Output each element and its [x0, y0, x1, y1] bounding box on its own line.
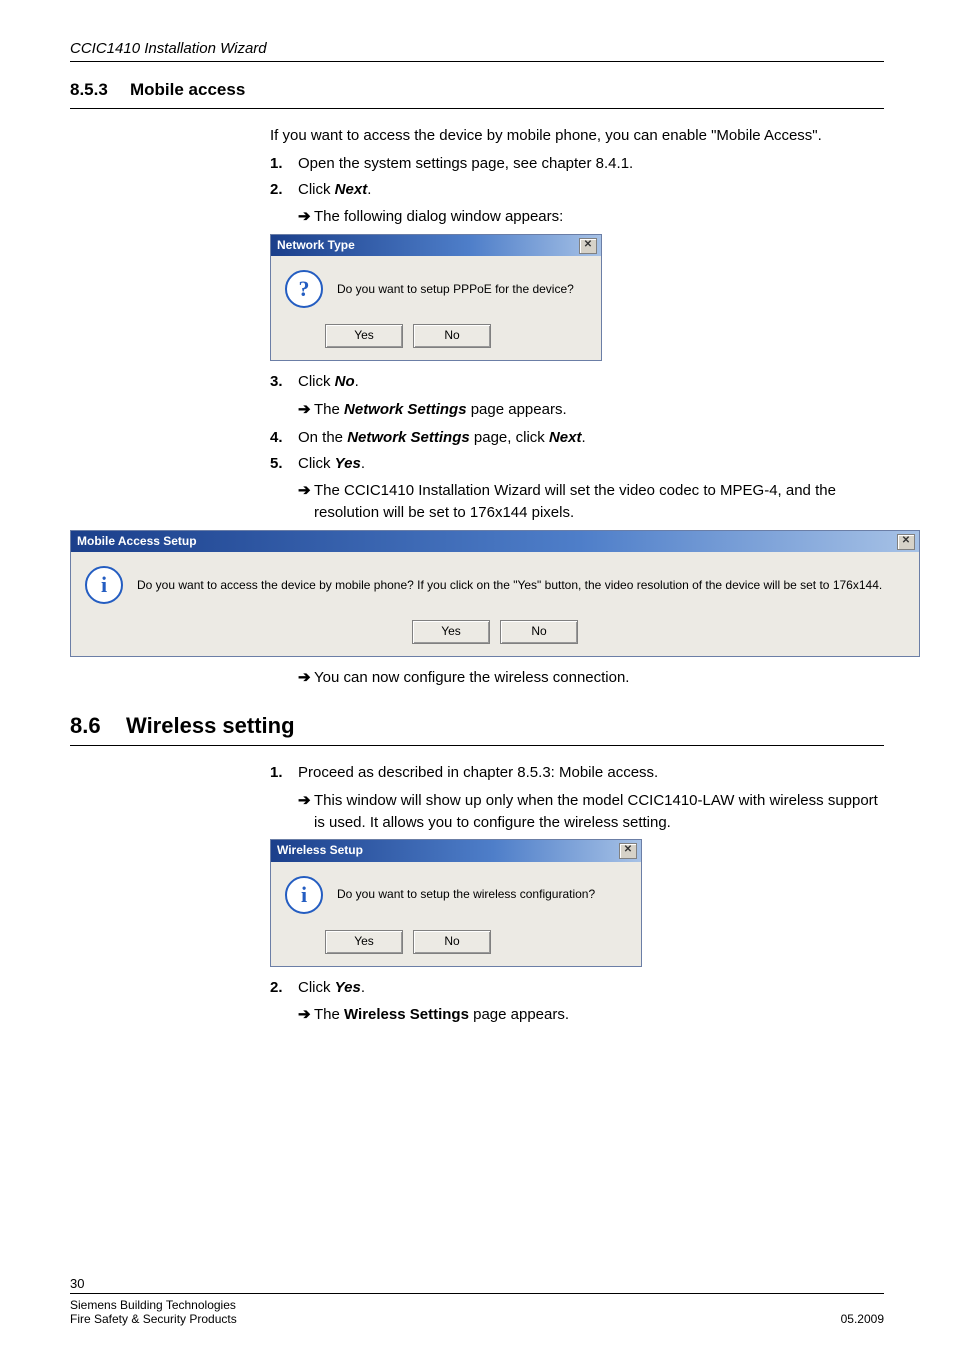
step-1: 1. Open the system settings page, see ch…: [270, 153, 884, 175]
result-text: The Wireless Settings page appears.: [314, 1004, 884, 1026]
heading-853: 8.5.3Mobile access: [70, 80, 884, 100]
yes-button[interactable]: Yes: [412, 620, 490, 644]
step-number: 2.: [270, 977, 298, 999]
heading-title: Mobile access: [130, 80, 245, 99]
no-button[interactable]: No: [500, 620, 578, 644]
step-text: Click Yes.: [298, 453, 884, 475]
result-final: ➔ You can now configure the wireless con…: [298, 667, 884, 689]
footer-left-2: Fire Safety & Security Products: [70, 1312, 237, 1326]
step-5: 5. Click Yes.: [270, 453, 884, 475]
dialog-mobile-access: Mobile Access Setup ✕ i Do you want to a…: [70, 530, 920, 657]
dialog-message: Do you want to setup the wireless config…: [337, 886, 595, 903]
step-number: 1.: [270, 153, 298, 175]
dialog-title-bar: Wireless Setup ✕: [271, 840, 641, 861]
result-3: ➔ The Network Settings page appears.: [298, 399, 884, 421]
result-1: ➔ This window will show up only when the…: [298, 790, 884, 834]
step-2: 2. Click Yes.: [270, 977, 884, 999]
arrow-icon: ➔: [298, 667, 314, 689]
yes-button[interactable]: Yes: [325, 324, 403, 348]
heading-title: Wireless setting: [126, 713, 295, 738]
step-text: Proceed as described in chapter 8.5.3: M…: [298, 762, 884, 784]
step-number: 4.: [270, 427, 298, 449]
heading-number: 8.5.3: [70, 80, 130, 100]
arrow-icon: ➔: [298, 790, 314, 834]
step-text: Click Next.: [298, 179, 884, 201]
arrow-icon: ➔: [298, 1004, 314, 1026]
close-icon[interactable]: ✕: [579, 238, 597, 254]
result-2b: ➔ The Wireless Settings page appears.: [298, 1004, 884, 1026]
close-icon[interactable]: ✕: [619, 843, 637, 859]
step-number: 2.: [270, 179, 298, 201]
result-text: The CCIC1410 Installation Wizard will se…: [314, 480, 884, 524]
arrow-icon: ➔: [298, 399, 314, 421]
dialog-title: Wireless Setup: [277, 842, 619, 859]
question-icon: ?: [285, 270, 323, 308]
dialog-title-bar: Mobile Access Setup ✕: [71, 531, 919, 552]
result-2: ➔ The following dialog window appears:: [298, 206, 884, 228]
dialog-title: Network Type: [277, 237, 579, 254]
step-4: 4. On the Network Settings page, click N…: [270, 427, 884, 449]
intro-text: If you want to access the device by mobi…: [270, 125, 884, 147]
step-2: 2. Click Next.: [270, 179, 884, 201]
step-text: Click Yes.: [298, 977, 884, 999]
dialog-title-bar: Network Type ✕: [271, 235, 601, 256]
info-icon: i: [285, 876, 323, 914]
step-text: Open the system settings page, see chapt…: [298, 153, 884, 175]
dialog-network-type: Network Type ✕ ? Do you want to setup PP…: [270, 234, 602, 361]
result-text: The Network Settings page appears.: [314, 399, 884, 421]
heading-rule: [70, 108, 884, 109]
arrow-icon: ➔: [298, 480, 314, 524]
yes-button[interactable]: Yes: [325, 930, 403, 954]
step-text: On the Network Settings page, click Next…: [298, 427, 884, 449]
result-text: You can now configure the wireless conne…: [314, 667, 884, 689]
result-text: The following dialog window appears:: [314, 206, 884, 228]
close-icon[interactable]: ✕: [897, 534, 915, 550]
no-button[interactable]: No: [413, 930, 491, 954]
step-3: 3. Click No.: [270, 371, 884, 393]
step-number: 1.: [270, 762, 298, 784]
running-header: CCIC1410 Installation Wizard: [70, 40, 884, 57]
info-icon: i: [85, 566, 123, 604]
step-number: 5.: [270, 453, 298, 475]
page-footer: 30 Siemens Building Technologies Fire Sa…: [70, 1276, 884, 1326]
heading-86: 8.6Wireless setting: [70, 713, 884, 739]
dialog-title: Mobile Access Setup: [77, 533, 897, 550]
arrow-icon: ➔: [298, 206, 314, 228]
heading-number: 8.6: [70, 713, 126, 739]
dialog-message: Do you want to setup PPPoE for the devic…: [337, 281, 574, 298]
step-1: 1. Proceed as described in chapter 8.5.3…: [270, 762, 884, 784]
result-text: This window will show up only when the m…: [314, 790, 884, 834]
no-button[interactable]: No: [413, 324, 491, 348]
footer-rule: [70, 1293, 884, 1294]
header-rule: [70, 61, 884, 62]
dialog-message: Do you want to access the device by mobi…: [137, 577, 882, 594]
step-text: Click No.: [298, 371, 884, 393]
footer-left-1: Siemens Building Technologies: [70, 1298, 237, 1312]
footer-right: 05.2009: [841, 1312, 884, 1326]
step-number: 3.: [270, 371, 298, 393]
dialog-wireless-setup: Wireless Setup ✕ i Do you want to setup …: [270, 839, 642, 966]
result-5: ➔ The CCIC1410 Installation Wizard will …: [298, 480, 884, 524]
heading-rule: [70, 745, 884, 746]
page-number: 30: [70, 1276, 884, 1291]
